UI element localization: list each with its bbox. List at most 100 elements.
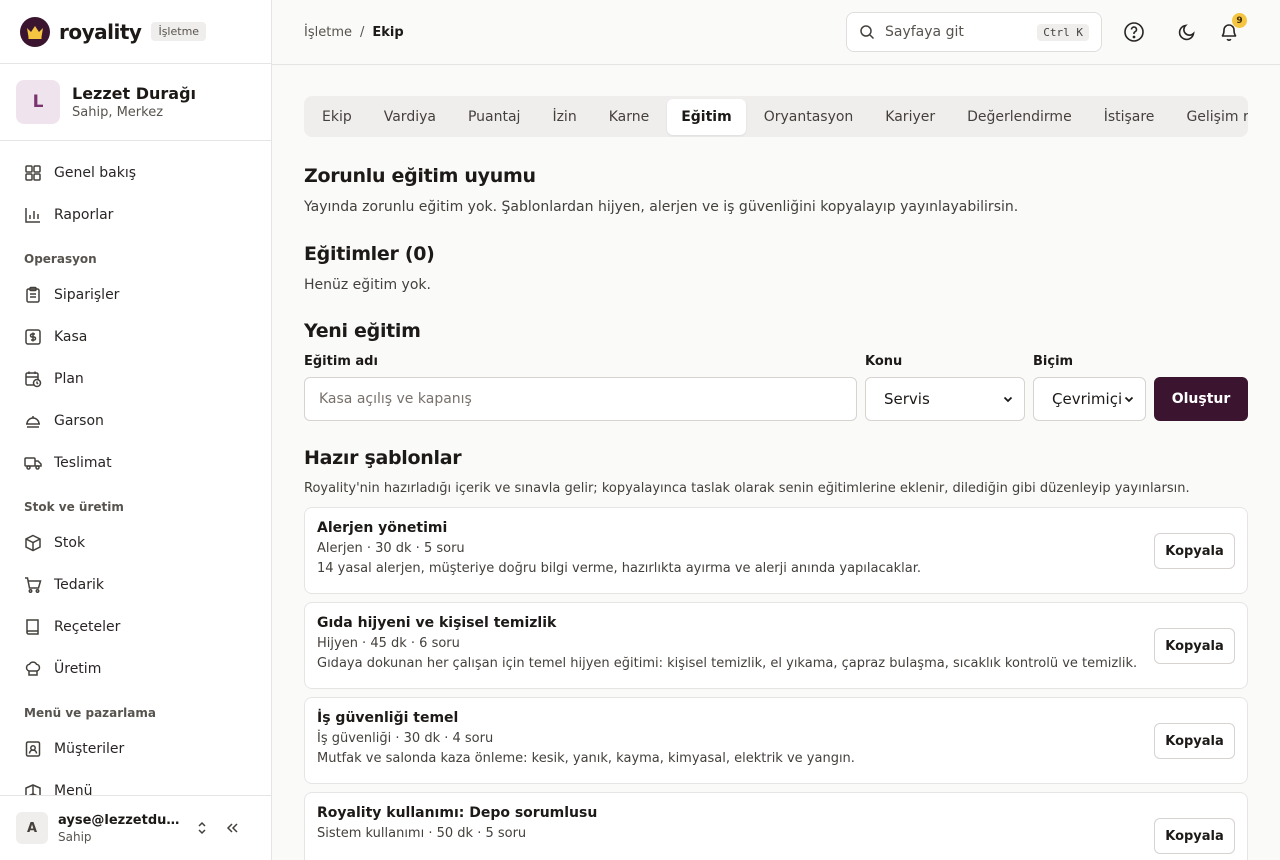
avatar: A xyxy=(16,812,48,844)
trainings-empty-text: Henüz eğitim yok. xyxy=(304,277,431,293)
tab-vardiya[interactable]: Vardiya xyxy=(370,99,450,135)
template-card: Alerjen yönetimi Alerjen · 30 dk · 5 sor… xyxy=(304,507,1248,594)
tab-ekip[interactable]: Ekip xyxy=(308,99,366,135)
create-button[interactable]: Oluştur xyxy=(1154,377,1248,421)
crown-logo-icon xyxy=(20,16,50,47)
sidebar-item-label: Plan xyxy=(54,371,84,387)
sidebar-item-label: Garson xyxy=(54,413,104,429)
format-select[interactable]: Çevrimiçi xyxy=(1033,377,1146,421)
tab-bar: Ekip Vardiya Puantaj İzin Karne Eğitim O… xyxy=(304,96,1248,137)
nav-section-operations: Operasyon xyxy=(24,252,97,266)
sidebar: royality İşletme L Lezzet Durağı Sahip, … xyxy=(0,0,272,860)
tab-izin[interactable]: İzin xyxy=(538,99,590,135)
top-header: İşletme / Ekip Sayfaya git Ctrl K 9 xyxy=(272,0,1280,65)
format-label: Biçim xyxy=(1033,354,1074,369)
help-icon[interactable] xyxy=(1122,20,1146,44)
training-name-input[interactable]: Kasa açılış ve kapanış xyxy=(304,377,857,421)
template-description: 14 yasal alerjen, müşteriye doğru bilgi … xyxy=(317,561,921,576)
chevrons-up-down-icon[interactable] xyxy=(190,816,214,840)
template-card: İş güvenliği temel İş güvenliği · 30 dk … xyxy=(304,697,1248,784)
sidebar-item-siparisler[interactable]: Siparişler xyxy=(0,274,271,316)
template-meta: Alerjen · 30 dk · 5 soru xyxy=(317,541,465,556)
cart-icon xyxy=(25,577,42,593)
sidebar-item-tedarik[interactable]: Tedarik xyxy=(0,564,271,606)
waiter-icon xyxy=(26,416,40,428)
topic-value: Servis xyxy=(884,390,930,408)
compliance-title: Zorunlu eğitim uyumu xyxy=(304,165,536,187)
copy-template-button[interactable]: Kopyala xyxy=(1154,628,1235,664)
topic-select[interactable]: Servis xyxy=(865,377,1025,421)
sidebar-item-receteler[interactable]: Reçeteler xyxy=(0,606,271,648)
contact-icon xyxy=(25,741,41,757)
template-description: Gıdaya dokunan her çalışan için temel hi… xyxy=(317,656,1138,671)
truck-icon xyxy=(24,457,42,470)
template-list: Alerjen yönetimi Alerjen · 30 dk · 5 sor… xyxy=(304,507,1248,860)
training-name-label: Eğitim adı xyxy=(304,354,378,369)
sidebar-item-label: Stok xyxy=(54,535,86,551)
nav-section-marketing: Menü ve pazarlama xyxy=(24,706,156,720)
dashboard-icon xyxy=(25,165,41,181)
chevron-down-icon xyxy=(1003,396,1013,403)
org-avatar: L xyxy=(16,80,60,124)
sidebar-item-label: Üretim xyxy=(54,661,102,677)
templates-title: Hazır şablonlar xyxy=(304,447,462,469)
sidebar-item-uretim[interactable]: Üretim xyxy=(0,648,271,690)
new-training-section: Yeni eğitim Eğitim adı Kasa açılış ve ka… xyxy=(304,320,1248,421)
template-title: Gıda hijyeni ve kişisel temizlik xyxy=(317,615,557,631)
sidebar-item-plan[interactable]: Plan xyxy=(0,358,271,400)
calendar-clock-icon xyxy=(25,371,42,388)
moon-icon[interactable] xyxy=(1175,20,1199,44)
breadcrumb-separator: / xyxy=(359,24,365,40)
tab-karne[interactable]: Karne xyxy=(595,99,664,135)
notifications-button[interactable]: 9 xyxy=(1217,13,1247,44)
breadcrumb-parent[interactable]: İşletme xyxy=(304,25,352,40)
sidebar-item-kasa[interactable]: Kasa xyxy=(0,316,271,358)
sidebar-item-label: Tedarik xyxy=(54,577,105,593)
copy-template-button[interactable]: Kopyala xyxy=(1154,533,1235,569)
sidebar-item-raporlar[interactable]: Raporlar xyxy=(0,194,271,236)
chef-hat-icon xyxy=(25,661,41,676)
template-title: Alerjen yönetimi xyxy=(317,520,448,536)
trainings-section: Eğitimler (0) Henüz eğitim yok. xyxy=(304,243,1248,293)
compliance-section: Zorunlu eğitim uyumu Yayında zorunlu eği… xyxy=(304,165,1248,215)
tab-degerlendirme[interactable]: Değerlendirme xyxy=(953,99,1086,135)
user-email: ayse@lezzetduragi.com xyxy=(58,812,184,828)
brand: royality İşletme xyxy=(0,0,271,64)
sidebar-item-teslimat[interactable]: Teslimat xyxy=(0,442,271,484)
templates-section: Hazır şablonlar Royality'nin hazırladığı… xyxy=(304,447,1248,860)
trainings-title: Eğitimler (0) xyxy=(304,243,435,265)
tab-gelisim-raporu[interactable]: Gelişim raporu xyxy=(1172,99,1248,135)
brand-name: royality xyxy=(59,19,142,44)
user-role: Sahip xyxy=(58,829,92,844)
tab-oryantasyon[interactable]: Oryantasyon xyxy=(750,99,868,135)
template-meta: Hijyen · 45 dk · 6 soru xyxy=(317,636,460,651)
sidebar-nav: Genel bakış Raporlar Operasyon Siparişle… xyxy=(0,141,271,812)
sidebar-item-stok[interactable]: Stok xyxy=(0,522,271,564)
search-input[interactable]: Sayfaya git Ctrl K xyxy=(846,12,1102,52)
chevron-down-icon xyxy=(1124,396,1134,403)
org-name: Lezzet Durağı xyxy=(72,84,197,103)
user-menu: A ayse@lezzetduragi.com Sahip xyxy=(0,795,271,860)
sidebar-item-genel-bakis[interactable]: Genel bakış xyxy=(0,152,271,194)
search-shortcut: Ctrl K xyxy=(1037,23,1089,41)
tab-kariyer[interactable]: Kariyer xyxy=(871,99,949,135)
tab-egitim[interactable]: Eğitim xyxy=(667,98,746,135)
org-switcher[interactable]: L Lezzet Durağı Sahip, Merkez xyxy=(0,64,271,141)
nav-section-stock: Stok ve üretim xyxy=(24,500,124,514)
box-icon xyxy=(25,534,41,552)
training-name-placeholder: Kasa açılış ve kapanış xyxy=(319,391,472,407)
collapse-sidebar-icon[interactable] xyxy=(220,816,244,840)
bar-chart-icon xyxy=(25,208,40,223)
tab-puantaj[interactable]: Puantaj xyxy=(454,99,534,135)
sidebar-item-garson[interactable]: Garson xyxy=(0,400,271,442)
brand-badge: İşletme xyxy=(151,22,207,41)
search-icon xyxy=(860,25,875,40)
search-placeholder: Sayfaya git xyxy=(885,24,964,40)
copy-template-button[interactable]: Kopyala xyxy=(1154,723,1235,759)
sidebar-item-musteriler[interactable]: Müşteriler xyxy=(0,728,271,770)
sidebar-item-label: Genel bakış xyxy=(54,165,137,181)
copy-template-button[interactable]: Kopyala xyxy=(1154,818,1235,854)
tab-istisare[interactable]: İstişare xyxy=(1090,99,1169,135)
clipboard-icon xyxy=(26,286,40,303)
org-role: Sahip, Merkez xyxy=(72,105,164,120)
